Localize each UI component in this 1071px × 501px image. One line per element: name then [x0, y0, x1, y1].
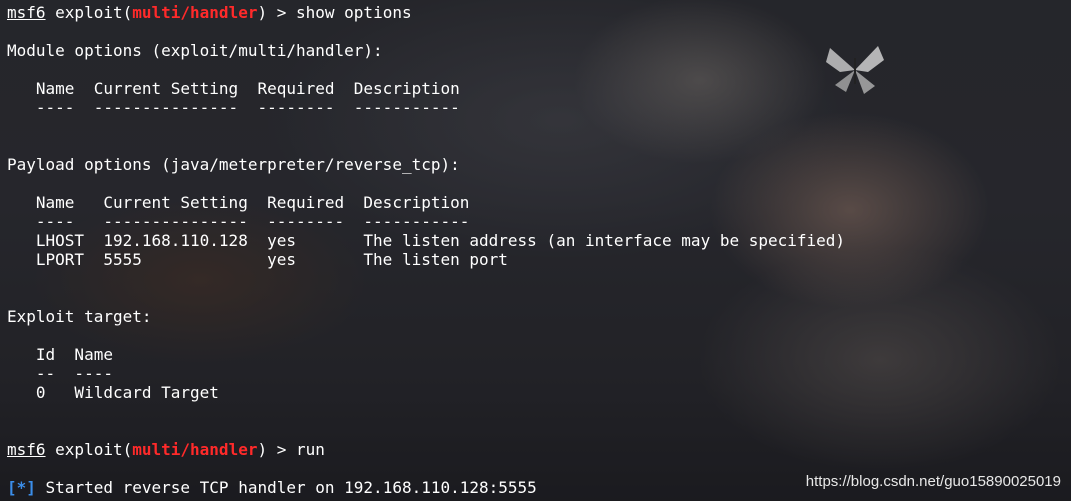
prompt-user: msf6 — [7, 440, 46, 459]
exploit-target-header: Id Name — [7, 345, 113, 364]
prompt-line-show-options: msf6 exploit(multi/handler) > show optio… — [7, 3, 412, 22]
payload-options-separator: ---- --------------- -------- ----------… — [7, 212, 470, 231]
prompt-module: multi/handler — [132, 3, 258, 22]
module-options-separator: ---- --------------- -------- ----------… — [7, 98, 460, 117]
watermark-url: https://blog.csdn.net/guo15890025019 — [805, 473, 1061, 490]
table-row: 0 Wildcard Target — [7, 383, 219, 402]
payload-options-header: Name Current Setting Required Descriptio… — [7, 193, 470, 212]
prompt-module: multi/handler — [132, 440, 258, 459]
prompt-line-run: msf6 exploit(multi/handler) > run — [7, 440, 325, 459]
exploit-target-heading: Exploit target: — [7, 307, 152, 326]
module-options-heading: Module options (exploit/multi/handler): — [7, 41, 383, 60]
exploit-target-separator: -- ---- — [7, 364, 113, 383]
terminal-output[interactable]: msf6 exploit(multi/handler) > show optio… — [7, 3, 1071, 497]
status-text: Started reverse TCP handler on 192.168.1… — [35, 478, 537, 497]
payload-options-heading: Payload options (java/meterpreter/revers… — [7, 155, 460, 174]
module-options-header: Name Current Setting Required Descriptio… — [7, 79, 460, 98]
prompt-user: msf6 — [7, 3, 46, 22]
status-marker: [*] — [7, 478, 36, 497]
command-text: show options — [296, 3, 412, 22]
table-row: LPORT 5555 yes The listen port — [7, 250, 508, 269]
table-row: LHOST 192.168.110.128 yes The listen add… — [7, 231, 846, 250]
command-text: run — [296, 440, 325, 459]
